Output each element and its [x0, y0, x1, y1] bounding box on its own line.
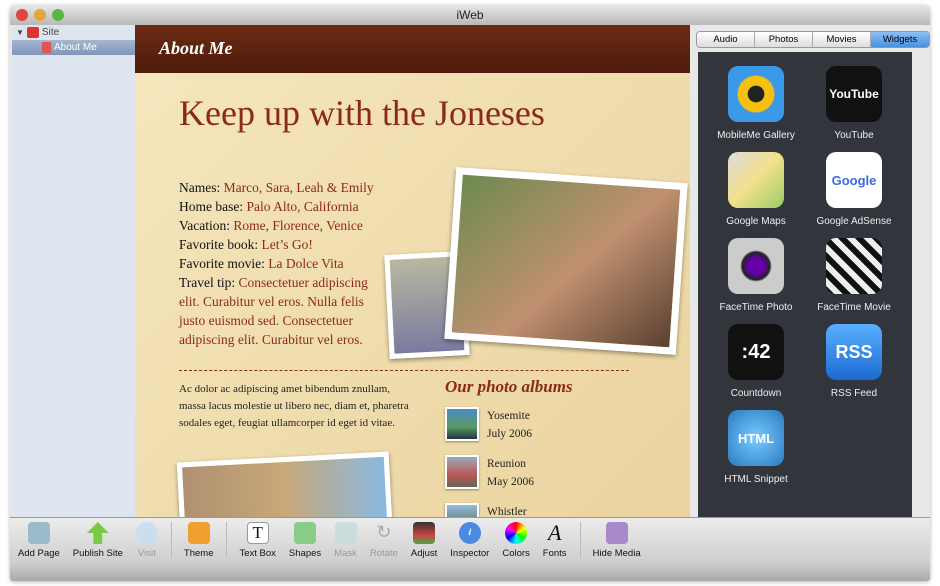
- compass-icon: [135, 522, 158, 544]
- album-item[interactable]: Reunion May 2006: [445, 455, 534, 491]
- album-thumbnail: [445, 455, 479, 489]
- fact: Favorite movie: La Dolce Vita: [179, 256, 344, 271]
- adjust-icon: [413, 522, 436, 544]
- media-browser: Audio Photos Movies Widgets MobileMe Gal…: [690, 25, 930, 555]
- fact: Vacation: Rome, Florence, Venice: [179, 218, 363, 233]
- adjust-button[interactable]: Adjust: [411, 522, 437, 562]
- camera-icon: [728, 238, 784, 294]
- headline[interactable]: Keep up with the Joneses: [179, 92, 545, 134]
- widget-facetime-photo[interactable]: FaceTime Photo: [706, 238, 806, 313]
- site-sidebar: ▼ Site About Me: [12, 25, 135, 517]
- tab-photos[interactable]: Photos: [755, 32, 813, 47]
- album-thumbnail: [445, 503, 479, 517]
- add-page-icon: [27, 522, 50, 544]
- widget-mobileme-gallery[interactable]: MobileMe Gallery: [706, 66, 806, 141]
- globe-html-icon: HTML: [728, 410, 784, 466]
- hide-media-button[interactable]: Hide Media: [593, 522, 641, 562]
- youtube-icon: YouTube: [826, 66, 882, 122]
- text-box-icon: T: [246, 522, 269, 544]
- page-icon: [42, 42, 51, 53]
- fonts-icon: A: [547, 520, 562, 545]
- widget-countdown[interactable]: :42 Countdown: [706, 324, 806, 399]
- body-text[interactable]: Ac dolor ac adipiscing amet bibendum znu…: [179, 381, 419, 432]
- visit-button[interactable]: Visit: [135, 522, 158, 562]
- widget-youtube[interactable]: YouTube YouTube: [804, 66, 904, 141]
- theme-icon: [187, 522, 210, 544]
- fact: Travel tip: Consectetuer adipiscing elit…: [179, 275, 368, 347]
- fact: Favorite book: Let’s Go!: [179, 237, 313, 252]
- mask-button[interactable]: Mask: [334, 522, 357, 562]
- title-bar: iWeb: [10, 5, 930, 25]
- inspector-button[interactable]: i Inspector: [450, 522, 489, 562]
- close-button[interactable]: [16, 9, 28, 21]
- widget-google-adsense[interactable]: Google Google AdSense: [804, 152, 904, 227]
- rotate-button[interactable]: ↻ Rotate: [370, 522, 398, 562]
- adsense-icon: Google: [826, 152, 882, 208]
- rss-icon: RSS: [826, 324, 882, 380]
- tab-audio[interactable]: Audio: [697, 32, 755, 47]
- add-page-button[interactable]: Add Page: [18, 522, 60, 562]
- fact: Names: Marco, Sara, Leah & Emily: [179, 180, 374, 195]
- page-banner[interactable]: About Me: [135, 25, 690, 73]
- toolbar: Add Page Publish Site Visit Theme T Text …: [10, 517, 930, 562]
- shapes-button[interactable]: Shapes: [289, 522, 321, 562]
- disclosure-triangle-icon[interactable]: ▼: [16, 25, 24, 40]
- widget-google-maps[interactable]: Google Maps: [706, 152, 806, 227]
- media-tabs: Audio Photos Movies Widgets: [696, 31, 930, 48]
- iweb-window: iWeb ▼ Site About Me About Me Keep up wi…: [10, 5, 930, 581]
- window-title: iWeb: [456, 8, 484, 22]
- rotate-icon: ↻: [376, 522, 392, 542]
- zoom-button[interactable]: [52, 9, 64, 21]
- fonts-button[interactable]: A Fonts: [543, 522, 567, 562]
- page-canvas[interactable]: About Me Keep up with the Joneses Names:…: [135, 25, 690, 517]
- text-box-button[interactable]: T Text Box: [239, 522, 276, 562]
- color-wheel-icon: [505, 522, 528, 544]
- shapes-icon: [294, 522, 317, 544]
- album-item[interactable]: Yosemite July 2006: [445, 407, 532, 443]
- family-facts[interactable]: Names: Marco, Sara, Leah & Emily Home ba…: [179, 178, 389, 349]
- album-item[interactable]: Whistler: [445, 503, 527, 517]
- bottom-bar: [10, 562, 930, 581]
- widget-facetime-movie[interactable]: FaceTime Movie: [804, 238, 904, 313]
- countdown-icon: :42: [728, 324, 784, 380]
- widget-rss-feed[interactable]: RSS RSS Feed: [804, 324, 904, 399]
- tab-widgets[interactable]: Widgets: [871, 32, 929, 47]
- albums-heading[interactable]: Our photo albums: [445, 377, 573, 397]
- clapperboard-icon: [826, 238, 882, 294]
- colosseum-photo[interactable]: [176, 451, 394, 517]
- site-icon: [26, 27, 39, 38]
- media-icon: [605, 522, 628, 544]
- family-photo[interactable]: [444, 167, 688, 355]
- info-icon: i: [458, 522, 481, 544]
- theme-button[interactable]: Theme: [184, 522, 213, 562]
- mask-icon: [334, 522, 357, 544]
- fact: Home base: Palo Alto, California: [179, 199, 359, 214]
- map-icon: [728, 152, 784, 208]
- widgets-panel: MobileMe Gallery YouTube YouTube Google M…: [698, 52, 912, 555]
- publish-site-button[interactable]: Publish Site: [73, 522, 123, 562]
- sunflower-icon: [728, 66, 784, 122]
- tab-movies[interactable]: Movies: [813, 32, 871, 47]
- colors-button[interactable]: Colors: [502, 522, 530, 562]
- sidebar-page-about-me[interactable]: About Me: [12, 40, 135, 55]
- widget-html-snippet[interactable]: HTML HTML Snippet: [706, 410, 806, 485]
- divider: [179, 370, 629, 371]
- up-arrow-icon: [86, 522, 109, 544]
- minimize-button[interactable]: [34, 9, 46, 21]
- sidebar-site[interactable]: ▼ Site: [12, 25, 135, 40]
- album-thumbnail: [445, 407, 479, 441]
